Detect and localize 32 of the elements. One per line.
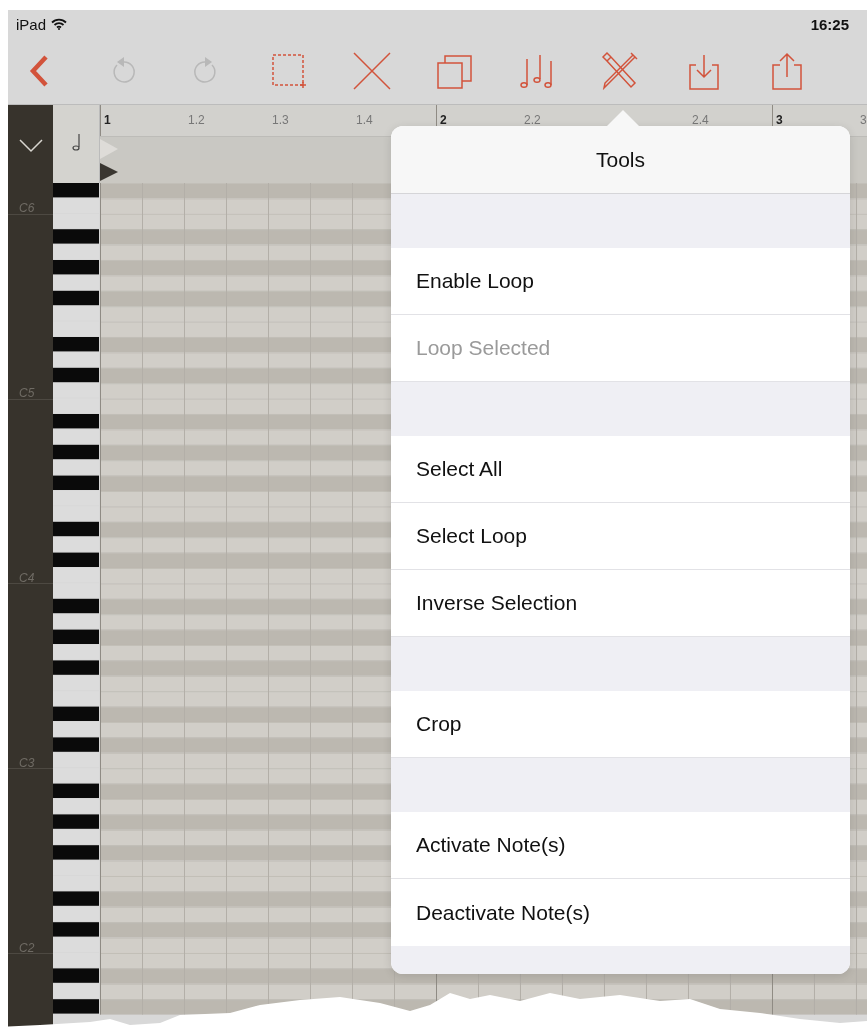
menu-item[interactable]: Deactivate Note(s) [391,879,850,946]
menu-item[interactable]: Crop [391,691,850,758]
select-box-button[interactable] [269,51,309,91]
beat-label: 3 [859,112,867,129]
bar-number: 3 [775,112,784,129]
half-note-icon [71,133,81,151]
clock-time: 16:25 [810,15,849,33]
beat-label: 1.2 [187,112,206,129]
octave-label: C5 [19,386,35,401]
wifi-icon [51,18,68,30]
beat-label: 2.2 [523,112,542,129]
menu-item[interactable]: Inverse Selection [391,570,850,637]
beat-label: 1.3 [271,112,290,129]
device-name: iPad [16,15,47,33]
bar-number: 1 [103,112,112,129]
dashed-square-icon [269,51,309,91]
cross-icon [352,51,392,91]
octave-label: C3 [19,755,35,770]
menu-item[interactable]: Select Loop [391,503,850,570]
bar-number: 2 [439,112,448,129]
octave-label: C2 [19,940,35,955]
menu-item[interactable]: Enable Loop [391,248,850,315]
beat-label: 1.4 [355,112,374,129]
chevron-down-icon[interactable] [19,139,43,153]
octave-label: C6 [19,201,35,216]
beat-label: 2.4 [691,112,710,129]
popover-title: Tools [596,147,645,172]
piano-keyboard-drawing[interactable] [53,183,100,1015]
menu-item[interactable]: Activate Note(s) [391,812,850,879]
octave-label: C4 [19,571,35,585]
delete-button[interactable] [352,51,392,91]
menu-item[interactable]: Select All [391,436,850,503]
